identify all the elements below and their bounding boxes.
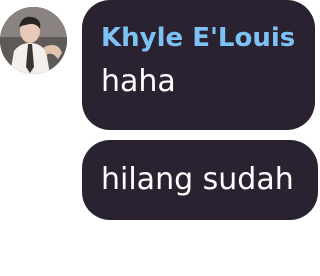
- avatar[interactable]: [0, 7, 67, 74]
- message-text: hilang sudah: [101, 162, 294, 197]
- chat-thread: Khyle E'Louis haha hilang sudah: [0, 0, 320, 276]
- message-bubble[interactable]: Khyle E'Louis haha: [82, 0, 315, 130]
- sender-name[interactable]: Khyle E'Louis: [101, 20, 296, 56]
- message-text: haha: [101, 64, 176, 99]
- profile-photo-icon: [0, 7, 67, 74]
- message-bubble[interactable]: hilang sudah: [82, 140, 318, 220]
